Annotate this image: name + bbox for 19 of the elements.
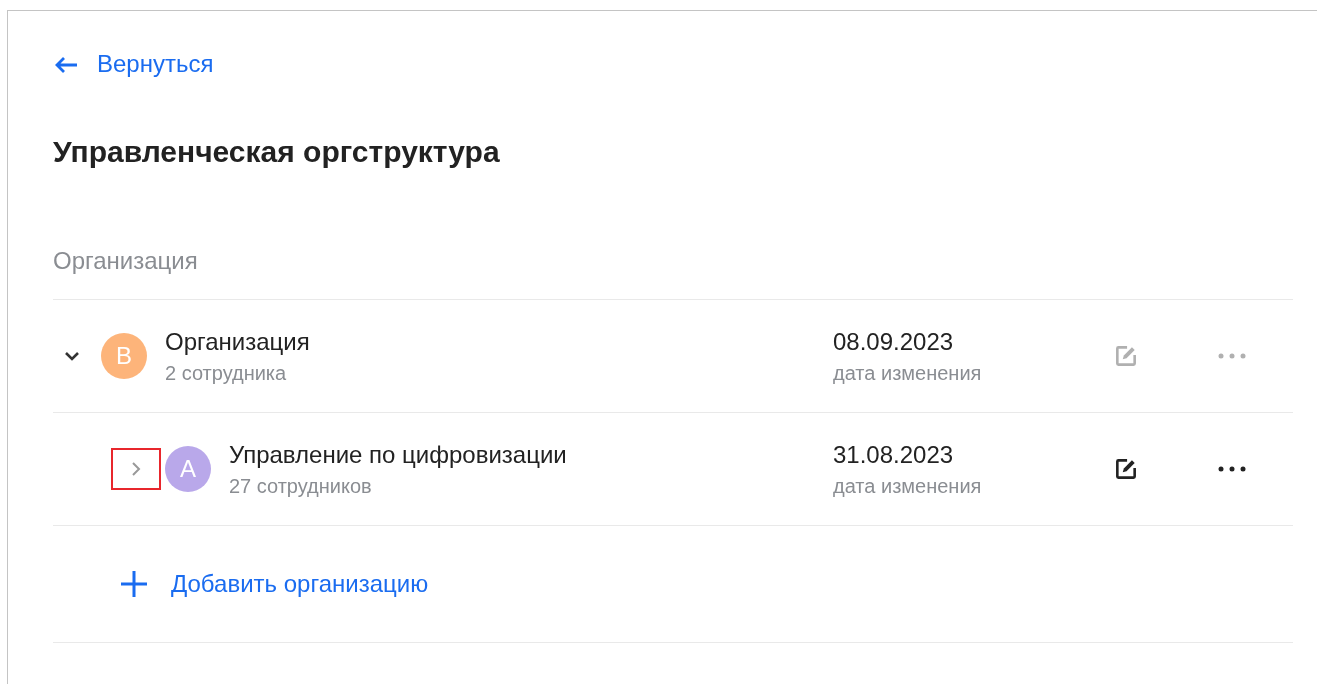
employee-count: 2 сотрудника [165,361,288,385]
plus-icon [119,569,149,599]
back-link[interactable]: Вернуться [53,47,1293,83]
org-name[interactable]: Организация [165,327,310,356]
back-arrow-icon[interactable] [53,55,79,75]
avatar: В [101,333,147,379]
change-date: 08.09.2023 [833,327,955,356]
avatar: А [165,446,211,492]
date-caption: дата изменения [833,361,983,385]
edit-icon[interactable] [1113,456,1139,482]
change-date: 31.08.2023 [833,440,955,469]
section-label: Организация [53,247,199,275]
page-title: Управленческая оргструктура [53,135,501,169]
org-name[interactable]: Управление по цифровизации [229,440,567,469]
more-icon[interactable] [1217,465,1247,473]
expand-toggle[interactable] [111,448,161,490]
employee-count: 27 сотрудников [229,474,373,498]
date-caption: дата изменения [833,474,983,498]
add-organization-button[interactable]: Добавить организацию [119,569,429,599]
